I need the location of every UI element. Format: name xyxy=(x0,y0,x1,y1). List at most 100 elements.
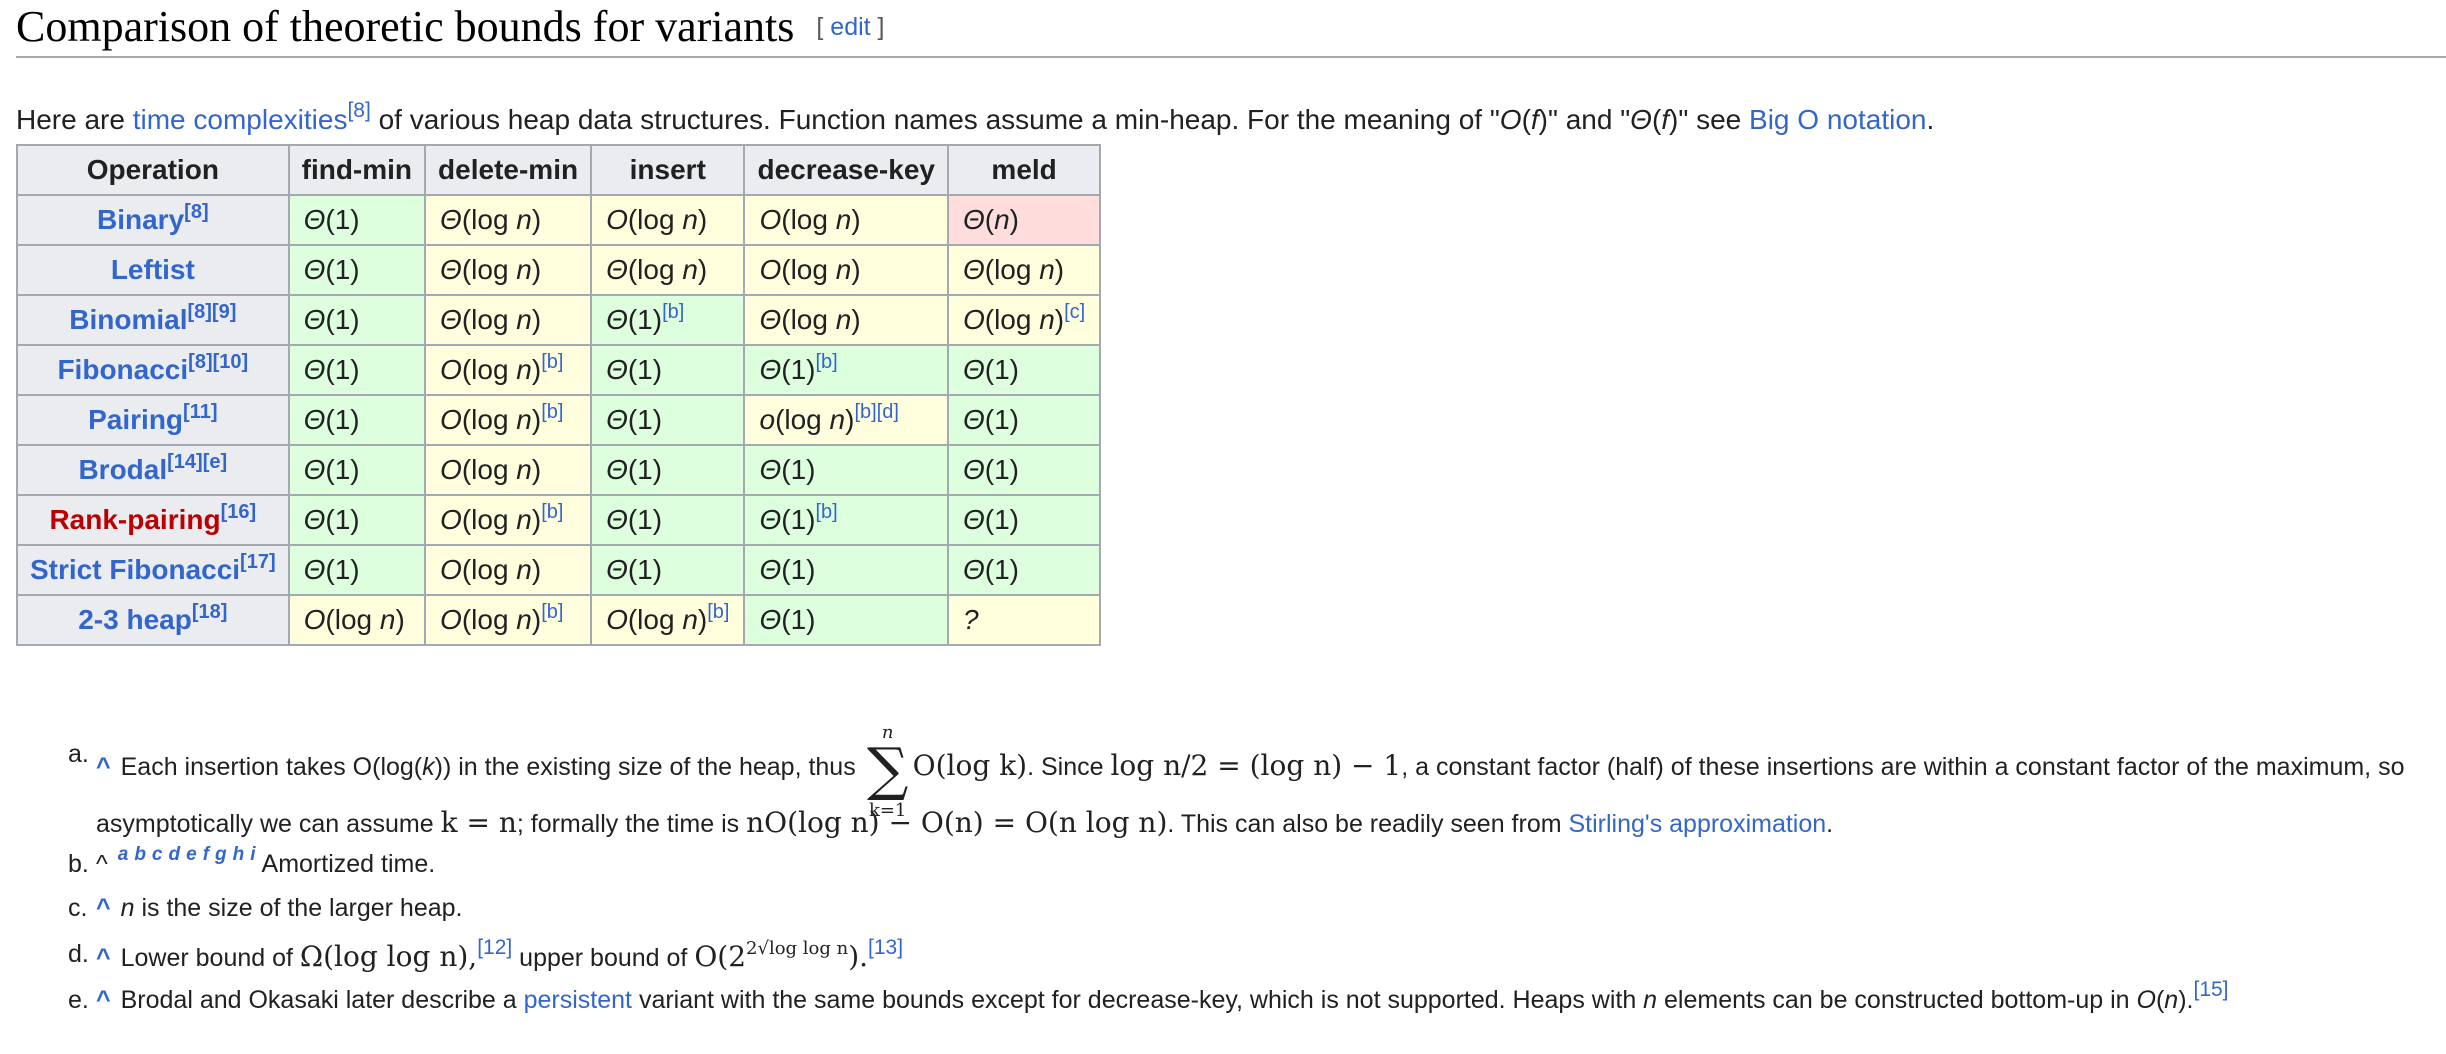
complexity-cell: Θ(1) xyxy=(287,494,427,546)
complexity-cell: Θ(1)[b] xyxy=(590,294,746,346)
backlink-caret[interactable]: ^ xyxy=(96,944,111,972)
note-link[interactable]: [b] xyxy=(816,501,838,523)
note-link[interactable]: [b] xyxy=(707,601,729,623)
complexity-cell: O(log n) xyxy=(590,194,746,246)
note-link[interactable]: [b] xyxy=(541,351,563,373)
row-header: Brodal[14][e] xyxy=(16,444,290,496)
table-row: Pairing[11] Θ(1) O(log n)[b] Θ(1) o(log n)[b… xyxy=(16,394,1102,446)
table-row: Brodal[14][e] Θ(1) O(log n) Θ(1) Θ(1) Θ(1) xyxy=(16,444,1102,496)
complexity-cell: Θ(1) xyxy=(743,544,949,596)
heap-variant-link[interactable]: 2-3 heap xyxy=(78,604,192,635)
complexity-cell: Θ(1) xyxy=(946,344,1102,396)
table-row: Leftist Θ(1) Θ(log n) Θ(log n) O(log n) Θ(log… xyxy=(16,244,1102,296)
section-title: Comparison of theoretic bounds for varia… xyxy=(16,2,795,51)
edit-section: [ edit ] xyxy=(816,13,885,41)
complexity-cell: o(log n)[b][d] xyxy=(743,394,949,446)
row-header: Leftist xyxy=(16,244,290,296)
backlink-letters: abcdefghi xyxy=(117,844,256,865)
backlink-caret[interactable]: ^ xyxy=(96,986,111,1014)
complexity-cell: O(log n)[b] xyxy=(424,494,593,546)
big-o-notation-link[interactable]: Big O notation xyxy=(1749,104,1926,135)
note-link[interactable]: [b] xyxy=(541,401,563,423)
complexity-cell: O(log n) xyxy=(287,594,427,646)
complexity-cell: O(log n) xyxy=(743,244,949,296)
complexity-cell: Θ(1) xyxy=(287,444,427,496)
table-row: Rank-pairing[16] Θ(1) O(log n)[b] Θ(1) Θ(1)[… xyxy=(16,494,1102,546)
heap-variant-link[interactable]: Leftist xyxy=(111,254,195,285)
time-complexities-link[interactable]: time complexities xyxy=(133,104,348,135)
complexity-cell: O(log n)[b] xyxy=(424,594,593,646)
heap-variant-link[interactable]: Fibonacci xyxy=(57,354,188,385)
complexity-cell: O(log n)[b] xyxy=(424,344,593,396)
complexity-cell: Θ(log n) xyxy=(946,244,1102,296)
note-link[interactable]: [b] xyxy=(541,601,563,623)
note-link[interactable]: [b] xyxy=(541,501,563,523)
table-row: Strict Fibonacci[17] Θ(1) O(log n) Θ(1) Θ(1)… xyxy=(16,544,1102,596)
complexity-cell: Θ(n) xyxy=(946,194,1102,246)
complexity-cell: Θ(1) xyxy=(946,544,1102,596)
heap-variant-link[interactable]: Binomial xyxy=(69,304,187,335)
complexity-cell: Θ(1) xyxy=(590,494,746,546)
persistent-link[interactable]: persistent xyxy=(524,986,632,1014)
complexity-cell: Θ(log n) xyxy=(424,194,593,246)
row-header: Strict Fibonacci[17] xyxy=(16,544,290,596)
intro-paragraph: Here are time complexities[8] of various… xyxy=(16,99,1935,135)
backlink-caret[interactable]: ^ xyxy=(96,894,111,922)
note-link[interactable]: [b] xyxy=(816,351,838,373)
stirlings-approximation-link[interactable]: Stirling's approximation xyxy=(1569,810,1827,838)
ref-link[interactable]: [18] xyxy=(192,601,228,623)
row-header: Binary[8] xyxy=(16,194,290,246)
table-row: Fibonacci[8][10] Θ(1) O(log n)[b] Θ(1) Θ(1)[… xyxy=(16,344,1102,396)
complexity-cell: Θ(1) xyxy=(946,394,1102,446)
note-link[interactable]: [c] xyxy=(1064,301,1085,323)
complexity-cell: Θ(1) xyxy=(287,394,427,446)
complexity-cell: Θ(1) xyxy=(743,594,949,646)
ref-link[interactable]: [16] xyxy=(221,501,257,523)
heap-variant-link[interactable]: Brodal xyxy=(78,454,167,485)
complexity-cell: Θ(1) xyxy=(287,244,427,296)
complexity-cell: O(log n)[c] xyxy=(946,294,1102,346)
backlink-caret[interactable]: ^ xyxy=(96,753,111,781)
ref-link[interactable]: [14][e] xyxy=(167,451,227,473)
ref-link[interactable]: [11] xyxy=(183,401,217,423)
table-row: Binary[8] Θ(1) Θ(log n) O(log n) O(log n) Θ(n… xyxy=(16,194,1102,246)
complexity-cell: Θ(1)[b] xyxy=(743,344,949,396)
column-header: meld xyxy=(946,144,1102,196)
column-header: Operation xyxy=(16,144,290,196)
ref-link[interactable]: [8] xyxy=(347,99,370,122)
complexity-cell: O(log n) xyxy=(743,194,949,246)
complexity-cell: Θ(1) xyxy=(287,194,427,246)
ref-link[interactable]: [8][9] xyxy=(187,301,236,323)
heap-variant-link[interactable]: Strict Fibonacci xyxy=(30,554,240,585)
complexity-cell: Θ(1)[b] xyxy=(743,494,949,546)
complexity-cell: O(log n)[b] xyxy=(590,594,746,646)
summation-symbol: n ∑ k=1 xyxy=(866,722,909,821)
complexity-cell: Θ(1) xyxy=(946,494,1102,546)
complexity-cell: Θ(log n) xyxy=(590,244,746,296)
complexity-cell: Θ(1) xyxy=(590,394,746,446)
complexity-cell: Θ(1) xyxy=(287,344,427,396)
complexity-cell: O(log n)[b] xyxy=(424,394,593,446)
complexity-cell: Θ(log n) xyxy=(743,294,949,346)
ref-link[interactable]: [8] xyxy=(184,201,208,223)
complexity-cell: O(log n) xyxy=(424,444,593,496)
row-header: Fibonacci[8][10] xyxy=(16,344,290,396)
complexity-cell: Θ(1) xyxy=(590,344,746,396)
heap-variant-link[interactable]: Pairing xyxy=(88,404,183,435)
complexity-cell: Θ(log n) xyxy=(424,244,593,296)
row-header: 2-3 heap[18] xyxy=(16,594,290,646)
row-header: Pairing[11] xyxy=(16,394,290,446)
complexity-cell: Θ(1) xyxy=(590,444,746,496)
ref-link[interactable]: [17] xyxy=(240,551,276,573)
heap-variant-link[interactable]: Binary xyxy=(97,204,184,235)
edit-link[interactable]: edit xyxy=(830,13,870,41)
note-link[interactable]: [b] xyxy=(662,301,684,323)
heap-variant-link[interactable]: Rank-pairing xyxy=(49,504,220,535)
complexity-cell: Θ(1) xyxy=(287,544,427,596)
column-header: delete-min xyxy=(424,144,593,196)
complexity-cell: Θ(1) xyxy=(743,444,949,496)
complexity-cell: ? xyxy=(946,594,1102,646)
row-header: Binomial[8][9] xyxy=(16,294,290,346)
ref-link[interactable]: [8][10] xyxy=(188,351,248,373)
note-link[interactable]: [b][d] xyxy=(854,401,898,423)
